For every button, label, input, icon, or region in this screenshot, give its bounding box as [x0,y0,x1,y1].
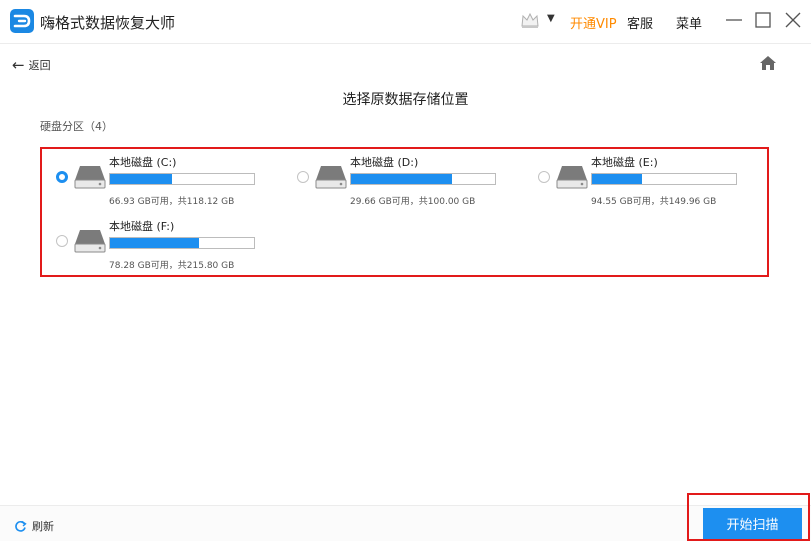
home-icon[interactable] [759,55,777,71]
disk-usage-fill [110,174,172,184]
disk-usage-fill [592,174,643,184]
disk-name: 本地磁盘 (E:) [591,156,658,169]
disk-item-c[interactable]: 本地磁盘 (C:) 66.93 GB可用，共118.12 GB [56,151,286,207]
service-link[interactable]: 客服 [627,13,653,32]
maximize-icon[interactable] [749,6,777,34]
back-button[interactable]: ← 返回 [12,56,51,74]
title-bar: 嗨格式数据恢复大师 ▼ 开通VIP 客服 菜单 [0,0,811,44]
app-logo-icon [10,9,34,33]
chevron-down-icon[interactable]: ▼ [547,13,555,24]
refresh-icon [15,520,27,532]
disk-item-f[interactable]: 本地磁盘 (F:) 78.28 GB可用，共215.80 GB [56,215,286,271]
hard-drive-icon [74,166,106,189]
close-icon[interactable] [779,6,807,34]
arrow-left-icon: ← [12,55,25,74]
disk-radio[interactable] [56,171,68,183]
hard-drive-icon [556,166,588,189]
disk-usage-fill [110,238,200,248]
partition-count-label: 硬盘分区（4） [40,120,113,133]
menu-link[interactable]: 菜单 [676,13,702,32]
app-title: 嗨格式数据恢复大师 [40,14,176,32]
disk-usage-bar [109,173,255,185]
refresh-label: 刷新 [32,520,54,533]
disk-space-text: 78.28 GB可用，共215.80 GB [109,261,235,271]
disk-space-text: 94.55 GB可用，共149.96 GB [591,197,717,207]
disk-name: 本地磁盘 (F:) [109,220,175,233]
back-label: 返回 [28,59,51,72]
page-title: 选择原数据存储位置 [342,92,469,108]
disk-item-d[interactable]: 本地磁盘 (D:) 29.66 GB可用，共100.00 GB [297,151,527,207]
hard-drive-icon [315,166,347,189]
crown-icon[interactable] [520,11,540,29]
disk-usage-bar [591,173,737,185]
refresh-button[interactable]: 刷新 [14,519,54,533]
disk-radio[interactable] [56,235,68,247]
start-scan-button[interactable]: 开始扫描 [703,508,802,539]
disk-usage-bar [109,237,255,249]
disk-space-text: 66.93 GB可用，共118.12 GB [109,197,235,207]
hard-drive-icon [74,230,106,253]
disk-radio[interactable] [297,171,309,183]
app-window: 嗨格式数据恢复大师 ▼ 开通VIP 客服 菜单 ← 返回 选择原数据存储位置 硬… [0,0,811,541]
disk-space-text: 29.66 GB可用，共100.00 GB [350,197,476,207]
vip-link[interactable]: 开通VIP [570,13,617,32]
disk-name: 本地磁盘 (D:) [350,156,419,169]
disk-list-panel: 本地磁盘 (C:) 66.93 GB可用，共118.12 GB 本地磁盘 (D:… [40,147,769,277]
disk-usage-bar [350,173,496,185]
disk-radio[interactable] [538,171,550,183]
disk-name: 本地磁盘 (C:) [109,156,177,169]
minimize-icon[interactable] [720,6,748,34]
disk-usage-fill [351,174,452,184]
disk-item-e[interactable]: 本地磁盘 (E:) 94.55 GB可用，共149.96 GB [538,151,768,207]
